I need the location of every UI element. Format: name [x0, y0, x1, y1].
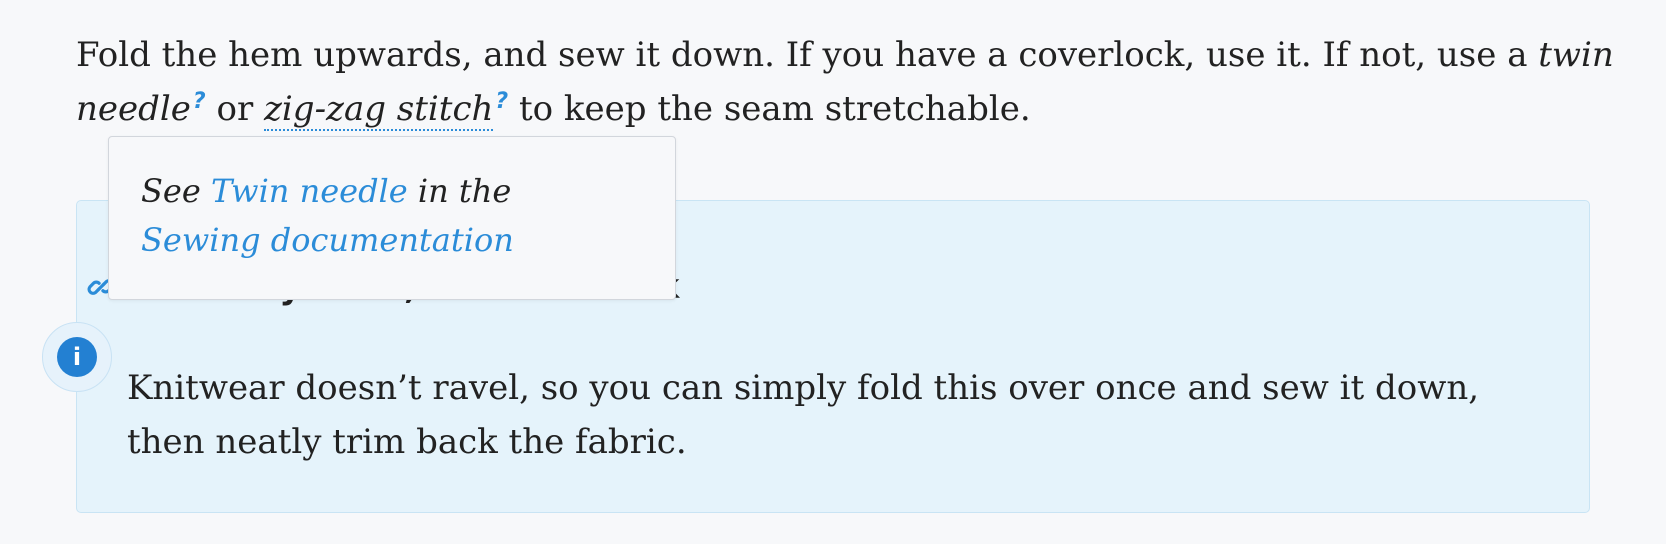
intro-paragraph: Fold the hem upwards, and sew it down. I…	[76, 28, 1616, 141]
tooltip-popup: See Twin needle in the Sewing documentat…	[108, 136, 676, 300]
twin-needle-link[interactable]: Twin needle	[211, 172, 408, 210]
intro-text-or: or	[205, 89, 265, 129]
tooltip-in-the: in the	[407, 172, 512, 210]
term-zig-zag-stitch[interactable]: zig-zag stitch	[264, 89, 494, 131]
intro-text-start: Fold the hem upwards, and sew it down. I…	[76, 35, 1539, 75]
twin-needle-help-marker[interactable]: ?	[193, 89, 206, 114]
tooltip-see: See	[141, 172, 211, 210]
note-text: Knitwear doesn’t ravel, so you can simpl…	[127, 368, 1480, 462]
info-badge: i	[42, 322, 112, 392]
sewing-documentation-link[interactable]: Sewing documentation	[141, 221, 514, 259]
intro-text-end: to keep the seam stretchable.	[508, 89, 1031, 129]
zig-zag-help-marker[interactable]: ?	[495, 89, 508, 114]
info-icon: i	[57, 337, 97, 377]
